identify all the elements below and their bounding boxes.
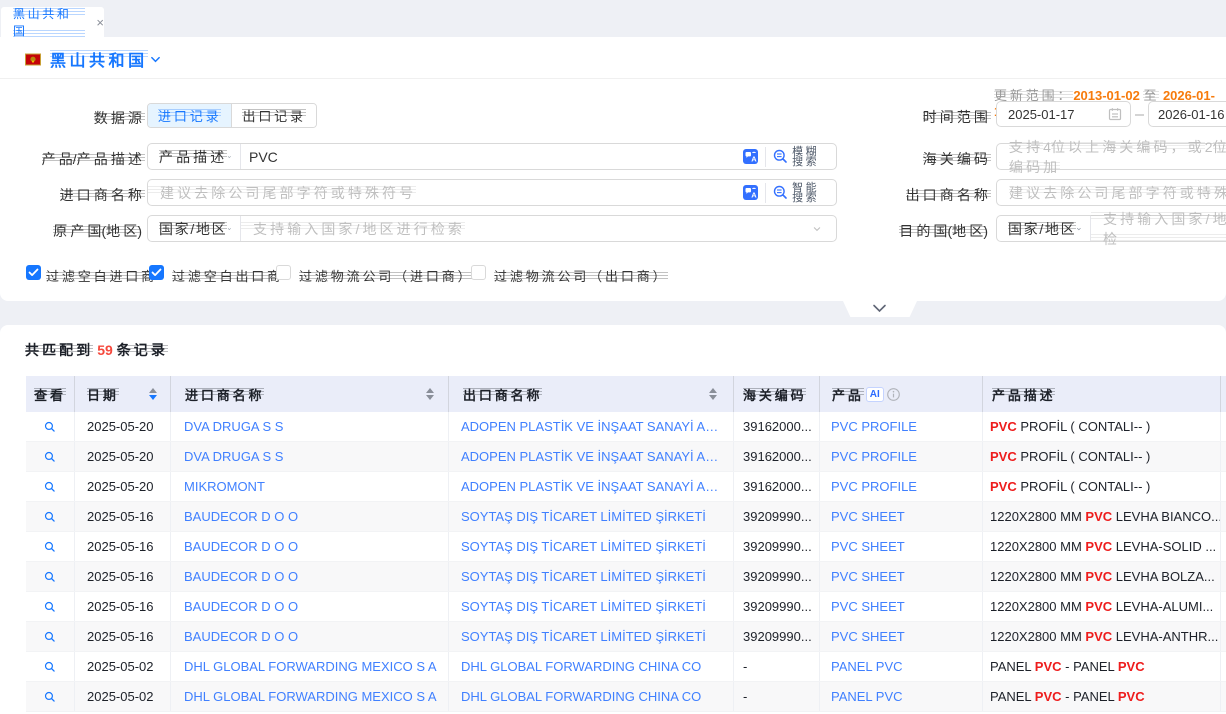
svg-text:A: A [751,154,757,163]
svg-text:A: A [751,190,757,199]
